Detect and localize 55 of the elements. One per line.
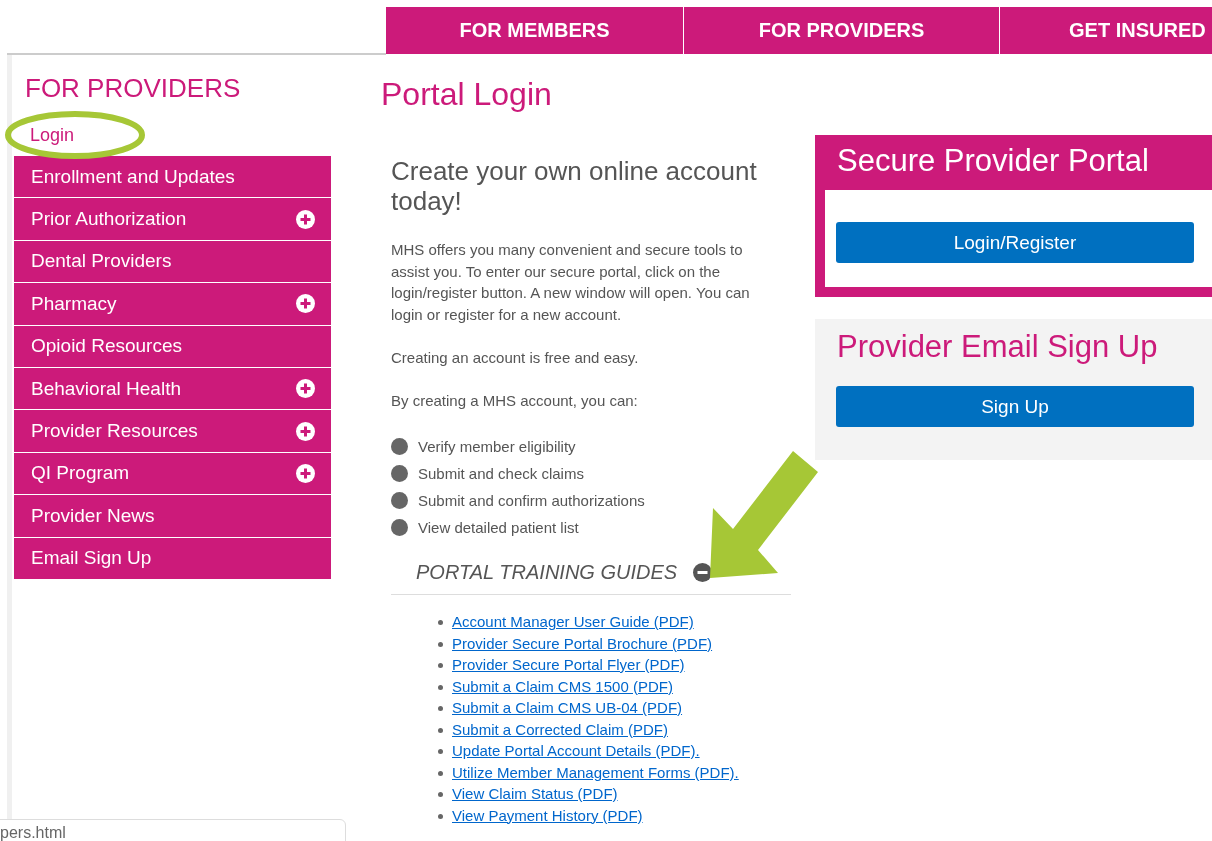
bullet-icon (438, 663, 443, 668)
panel-title: Secure Provider Portal (836, 142, 1150, 180)
guide-link[interactable]: Provider Secure Portal Brochure (PDF) (452, 634, 713, 652)
bullet-icon (438, 641, 443, 647)
guide-link[interactable]: Submit a Claim CMS 1500 (PDF) (452, 677, 673, 695)
sidebar-menu-item[interactable]: Provider Resources (14, 410, 331, 453)
paragraph: By creating a MHS account, you can: (391, 390, 639, 411)
guide-link[interactable]: Provider Secure Portal Flyer (PDF) (452, 656, 685, 673)
sidebar-menu-item[interactable]: Opioid Resources (14, 325, 331, 368)
sidebar-menu-item[interactable]: Enrollment and Updates (14, 156, 331, 199)
nav-tab[interactable]: FOR MEMBERS (386, 7, 684, 54)
bullet-icon (391, 438, 408, 455)
guide-link[interactable]: Submit a Corrected Claim (PDF) (452, 720, 668, 738)
bullet-icon (438, 684, 443, 690)
accordion-title: PORTAL TRAINING GUIDES (416, 561, 678, 584)
sidebar-menu-item[interactable]: Dental Providers (14, 240, 331, 284)
feature-text: View detailed patient list (418, 519, 579, 536)
guide-link[interactable]: Utilize Member Management Forms (PDF). (452, 763, 739, 781)
section-heading: Create your own online account today! (391, 156, 758, 216)
minus-icon (693, 563, 713, 582)
feature-text: Submit and confirm authorizations (418, 492, 645, 509)
sidebar-menu-item[interactable]: Prior Authorization (14, 198, 331, 241)
login-button[interactable]: Login/Register (836, 222, 1194, 263)
bullet-icon (391, 519, 408, 536)
bullet-icon (438, 813, 443, 819)
paragraph: MHS offers you many convenient and secure tools to assist you. To enter our secure portal, click on the login/register button. A new window will open. You can login or register for a new account. (391, 240, 751, 325)
status-url: pers.html (0, 823, 66, 841)
guide-link[interactable]: View Claim Status (PDF) (452, 785, 618, 802)
bullet-icon (438, 706, 443, 711)
nav-tab[interactable]: FOR PROVIDERS (684, 7, 1000, 54)
guide-link[interactable]: View Payment History (PDF) (452, 806, 643, 824)
bullet-icon (391, 465, 408, 482)
guide-link[interactable]: Account Manager User Guide (PDF) (452, 613, 694, 630)
guide-link[interactable]: Submit a Claim CMS UB-04 (PDF) (452, 699, 683, 716)
page-title: Portal Login (381, 77, 552, 111)
bullet-icon (438, 770, 443, 776)
sidebar-menu-item[interactable]: Email Sign Up (14, 537, 331, 580)
sign-up-button[interactable]: Sign Up (836, 386, 1194, 427)
bullet-icon (438, 620, 443, 625)
sidebar-menu-item[interactable]: Pharmacy (14, 283, 331, 326)
sidebar-menu-item[interactable]: Provider News (14, 495, 331, 538)
sidebar-heading: FOR PROVIDERS (25, 73, 241, 103)
bullet-icon (438, 792, 443, 797)
bullet-icon (391, 492, 408, 509)
nav-tab[interactable]: GET INSURED (1000, 7, 1212, 54)
feature-text: Verify member eligibility (418, 438, 576, 455)
sidebar-menu-item[interactable]: QI Program (14, 452, 331, 496)
feature-text: Submit and check claims (418, 465, 584, 482)
panel-title: Provider Email Sign Up (836, 329, 1159, 364)
sidebar-menu-item[interactable]: Behavioral Health (14, 367, 331, 411)
bullet-icon (438, 749, 443, 754)
guide-link[interactable]: Update Portal Account Details (PDF). (452, 742, 700, 759)
paragraph: Creating an account is free and easy. (391, 347, 640, 368)
sidebar-link[interactable]: Login (30, 125, 75, 145)
bullet-icon (438, 727, 443, 733)
